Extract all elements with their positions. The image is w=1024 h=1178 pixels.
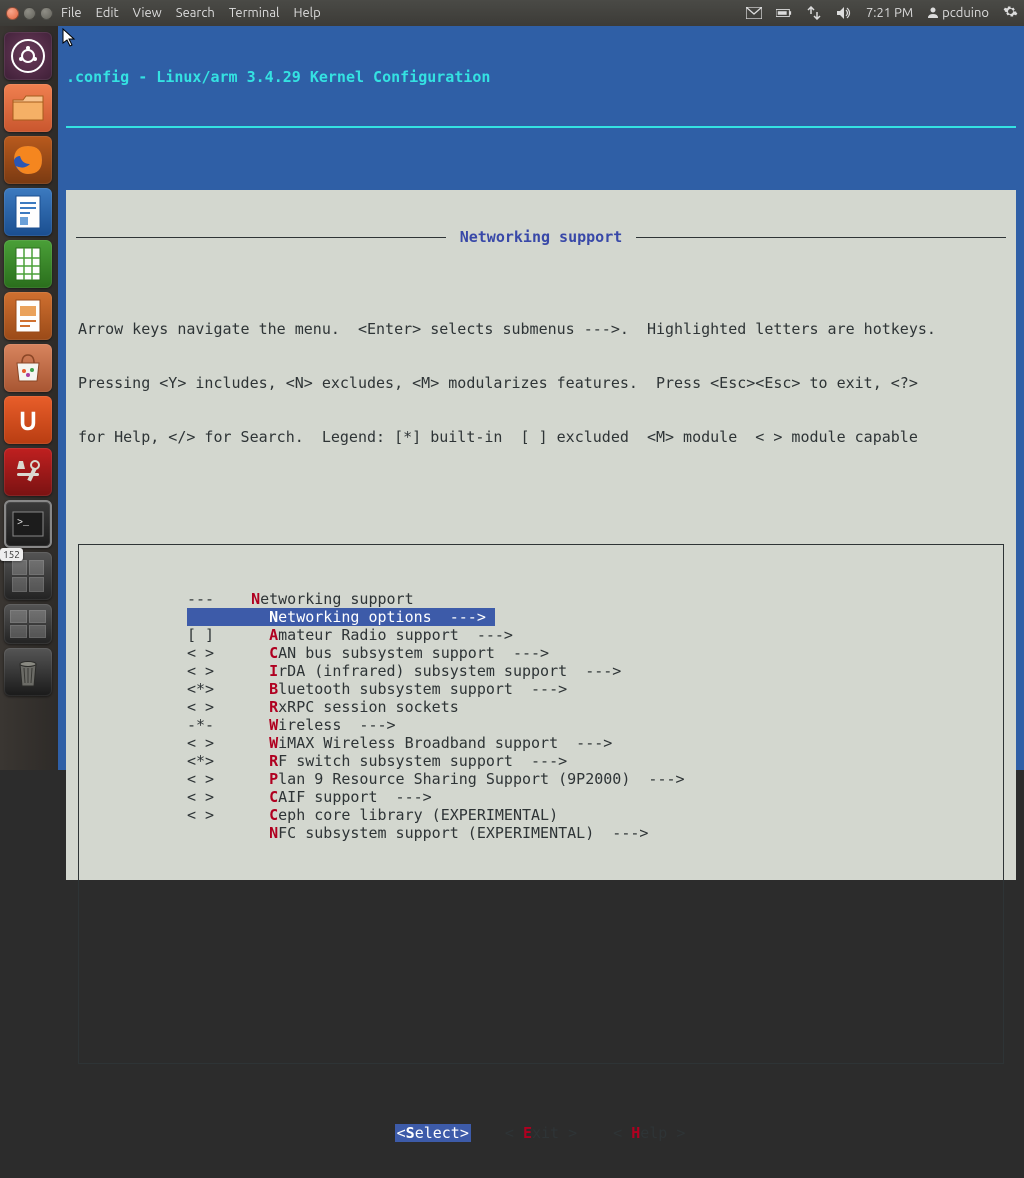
document-icon — [12, 194, 44, 230]
calc-app[interactable] — [4, 240, 52, 288]
workspace-switcher[interactable]: 152 — [4, 552, 52, 600]
menu-terminal[interactable]: Terminal — [229, 6, 280, 20]
menu-item[interactable]: < > RxRPC session sockets — [187, 698, 995, 716]
menu-item[interactable]: < > IrDA (infrared) subsystem support --… — [187, 662, 995, 680]
dialog-button-exit[interactable]: < Exit > — [503, 1124, 579, 1142]
presentation-icon — [12, 298, 44, 334]
menu-item[interactable]: <*> Bluetooth subsystem support ---> — [187, 680, 995, 698]
ubuntu-logo-icon — [11, 39, 45, 73]
indicator-area: 7:21 PM pcduino — [746, 4, 1018, 22]
system-menu-icon[interactable] — [1003, 4, 1018, 22]
unity-launcher: U >_ 152 — [0, 26, 58, 770]
menu-item[interactable]: < > Ceph core library (EXPERIMENTAL) — [187, 806, 995, 824]
menu-list[interactable]: --- Networking support Networking option… — [187, 590, 995, 842]
dialog-button-select[interactable]: <Select> — [395, 1124, 471, 1142]
workspace-grid-icon — [10, 610, 46, 638]
writer-app[interactable] — [4, 188, 52, 236]
system-settings-app[interactable] — [4, 448, 52, 496]
workspace-switcher-alt[interactable] — [4, 604, 52, 644]
tools-icon — [11, 457, 45, 487]
clock[interactable]: 7:21 PM — [866, 6, 913, 20]
dash-button[interactable] — [4, 32, 52, 80]
mouse-cursor-icon — [62, 28, 78, 48]
top-panel: File Edit View Search Terminal Help 7:21… — [0, 0, 1024, 26]
terminal-app[interactable]: >_ — [4, 500, 52, 548]
config-title: .config - Linux/arm 3.4.29 Kernel Config… — [66, 68, 1016, 86]
window-close-button[interactable] — [6, 7, 19, 20]
app-menubar: File Edit View Search Terminal Help — [61, 6, 321, 20]
files-app[interactable] — [4, 84, 52, 132]
firefox-app[interactable] — [4, 136, 52, 184]
ubuntu-one-app[interactable]: U — [4, 396, 52, 444]
title-separator — [66, 126, 1016, 128]
menu-view[interactable]: View — [133, 6, 162, 20]
dialog-title: Networking support — [76, 228, 1006, 246]
user-menu[interactable]: pcduino — [927, 6, 989, 20]
ubuntu-one-icon: U — [19, 406, 37, 435]
menu-search[interactable]: Search — [176, 6, 215, 20]
window-controls — [6, 7, 53, 20]
battery-icon[interactable] — [776, 5, 792, 21]
software-center-app[interactable] — [4, 344, 52, 392]
mail-icon[interactable] — [746, 5, 762, 21]
menuconfig-dialog: Networking support Arrow keys navigate t… — [66, 190, 1016, 880]
menu-item[interactable]: -*- Wireless ---> — [187, 716, 995, 734]
menu-section-header: --- Networking support — [187, 590, 995, 608]
terminal-icon: >_ — [12, 511, 44, 537]
window-minimize-button[interactable] — [23, 7, 36, 20]
menu-item[interactable]: < > CAIF support ---> — [187, 788, 995, 806]
shopping-bag-icon — [11, 353, 45, 383]
menu-item[interactable]: < > Plan 9 Resource Sharing Support (9P2… — [187, 770, 995, 788]
menu-help[interactable]: Help — [293, 6, 320, 20]
sound-icon[interactable] — [836, 5, 852, 21]
network-icon[interactable] — [806, 5, 822, 21]
menu-item[interactable]: < > CAN bus subsystem support ---> — [187, 644, 995, 662]
spreadsheet-icon — [12, 246, 44, 282]
svg-text:>_: >_ — [17, 518, 30, 529]
menu-item[interactable]: [ ] Amateur Radio support ---> — [187, 626, 995, 644]
menu-item[interactable]: <*> RF switch subsystem support ---> — [187, 752, 995, 770]
trash[interactable] — [4, 648, 52, 696]
impress-app[interactable] — [4, 292, 52, 340]
firefox-icon — [10, 142, 46, 178]
dialog-button-help[interactable]: < Help > — [611, 1124, 687, 1142]
menu-item[interactable]: NFC subsystem support (EXPERIMENTAL) ---… — [187, 824, 995, 842]
menu-edit[interactable]: Edit — [96, 6, 119, 20]
window-maximize-button[interactable] — [40, 7, 53, 20]
dialog-buttons: <Select> < Exit > < Help > — [76, 1124, 1006, 1142]
menu-file[interactable]: File — [61, 6, 82, 20]
dialog-help-text: Arrow keys navigate the menu. <Enter> se… — [78, 284, 1004, 482]
workspace-grid-icon — [12, 560, 44, 592]
menu-item[interactable]: Networking options ---> — [187, 608, 995, 626]
folder-icon — [11, 94, 45, 122]
menu-item[interactable]: < > WiMAX Wireless Broadband support ---… — [187, 734, 995, 752]
menu-list-box: --- Networking support Networking option… — [78, 544, 1004, 1064]
trash-icon — [13, 654, 43, 690]
terminal-window: .config - Linux/arm 3.4.29 Kernel Config… — [58, 26, 1024, 770]
